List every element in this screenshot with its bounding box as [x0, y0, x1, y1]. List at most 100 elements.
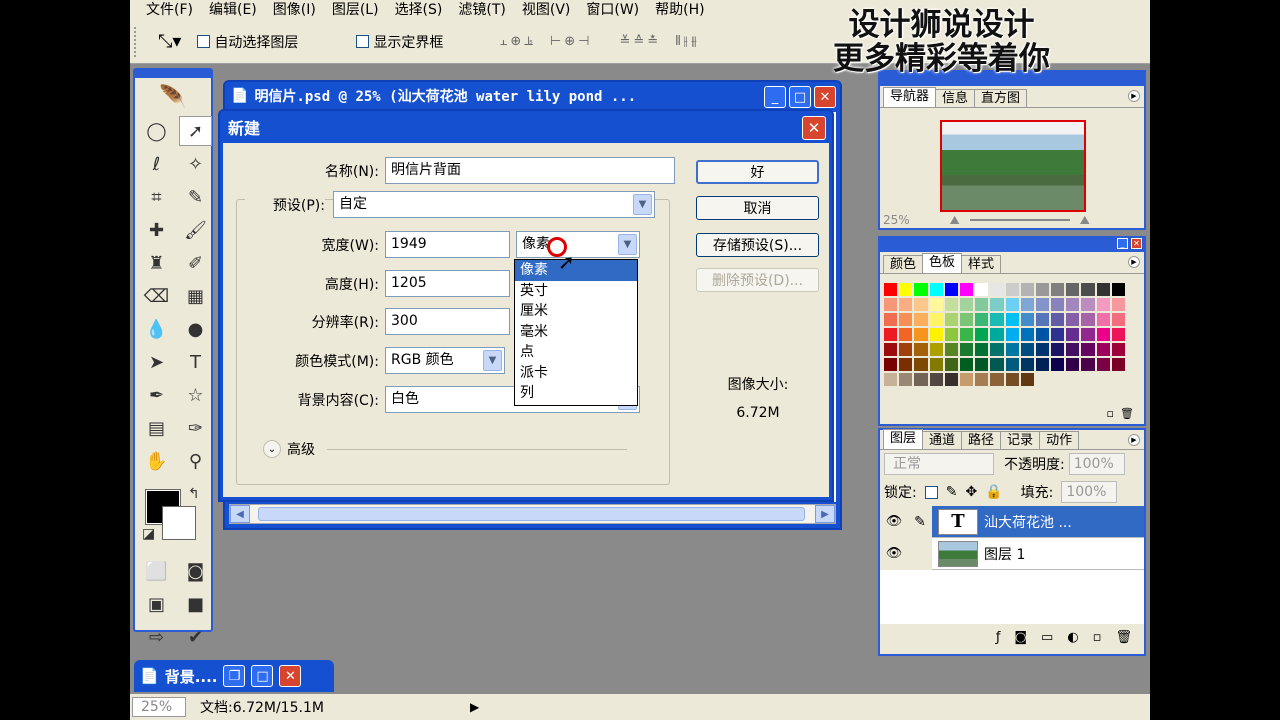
swatch-cell[interactable] — [974, 297, 990, 312]
chevron-down-icon[interactable]: ▼ — [483, 350, 502, 371]
swatch-cell[interactable] — [1095, 282, 1111, 297]
swatch-cell[interactable] — [1110, 297, 1126, 312]
name-input[interactable]: 明信片背面 — [385, 157, 675, 184]
swatch-cell[interactable] — [1095, 327, 1111, 342]
palette-menu-icon[interactable]: ▶ — [1128, 256, 1140, 268]
link-slot[interactable] — [908, 537, 932, 570]
swatch-cell[interactable] — [1019, 327, 1035, 342]
swatch-cell[interactable] — [1065, 327, 1081, 342]
tab-histogram[interactable]: 直方图 — [974, 89, 1028, 107]
eye-icon[interactable]: 👁 — [880, 505, 908, 538]
stamp-icon[interactable]: ♜ — [140, 248, 173, 278]
swatch-cell[interactable] — [1080, 312, 1096, 327]
tab-paths[interactable]: 路径 — [961, 431, 1002, 449]
swatch-cell[interactable] — [1080, 357, 1096, 372]
expand-icon[interactable]: ⌄ — [263, 440, 281, 458]
unit-option[interactable]: 英寸 — [515, 281, 637, 302]
swatch-cell[interactable] — [1034, 297, 1051, 312]
swatch-cell[interactable] — [928, 342, 944, 357]
scroll-right-icon[interactable]: ▶ — [815, 505, 835, 523]
background-color[interactable] — [162, 506, 196, 540]
swatch-cell[interactable] — [1004, 297, 1020, 312]
unit-option[interactable]: 派卡 — [515, 363, 637, 384]
swatch-cell[interactable] — [913, 282, 929, 297]
swatch-cell[interactable] — [1034, 327, 1051, 342]
imageready-icon[interactable]: ⇨ — [140, 622, 173, 652]
colormode-select[interactable]: RGB 颜色 ▼ — [385, 347, 505, 374]
swatch-cell[interactable] — [1065, 357, 1081, 372]
swatch-cell[interactable] — [898, 327, 914, 342]
swatch-cell[interactable] — [913, 327, 929, 342]
minimized-document[interactable]: 📄 背景.... ❐ □ ✕ — [134, 660, 334, 692]
trash-icon[interactable]: 🗑 — [1120, 407, 1134, 420]
ok-button[interactable]: 好 — [696, 160, 819, 184]
swatch-cell[interactable] — [1110, 357, 1126, 372]
adjustment-layer-icon[interactable]: ◐ — [1067, 630, 1078, 645]
opacity-input[interactable]: 100% — [1068, 453, 1125, 475]
layer-style-icon[interactable]: ƒ — [996, 630, 1001, 645]
swatch-cell[interactable] — [943, 372, 959, 387]
menu-select[interactable]: 选择(S) — [387, 1, 451, 19]
swatch-cell[interactable] — [1034, 282, 1051, 297]
swatch-cell[interactable] — [883, 297, 899, 312]
tab-channels[interactable]: 通道 — [922, 431, 963, 449]
tab-history[interactable]: 记录 — [1000, 431, 1041, 449]
menu-file[interactable]: 文件(F) — [138, 1, 201, 19]
swatch-cell[interactable] — [989, 312, 1005, 327]
swatch-cell[interactable] — [883, 342, 899, 357]
swatch-cell[interactable] — [1095, 312, 1111, 327]
zoom-slider[interactable] — [969, 219, 1070, 221]
cancel-button[interactable]: 取消 — [696, 196, 819, 220]
distribute-icons[interactable]: ≚ ≙ ≛ ⫴ ⫲ ⫵ — [619, 34, 696, 49]
default-colors-icon[interactable]: ◪ — [142, 526, 155, 542]
swatch-cell[interactable] — [898, 372, 914, 387]
minimize-icon[interactable]: _ — [764, 86, 786, 108]
auto-select-checkbox[interactable]: 自动选择图层 — [197, 32, 298, 52]
swatch-cell[interactable] — [1050, 282, 1066, 297]
swatch-cell[interactable] — [943, 327, 959, 342]
swatch-cell[interactable] — [1050, 312, 1066, 327]
healing-brush-icon[interactable]: ✚ — [140, 215, 173, 245]
swatch-cell[interactable] — [1019, 357, 1035, 372]
swatch-cell[interactable] — [928, 357, 944, 372]
layer-row[interactable]: 👁 ✎ T 汕大荷花池 ... — [880, 505, 1144, 538]
width-unit-select[interactable]: 像素 ▼ — [516, 231, 640, 258]
palette-menu-icon[interactable]: ▶ — [1128, 90, 1140, 102]
path-select-icon[interactable]: ➤ — [140, 347, 173, 377]
swatch-cell[interactable] — [883, 327, 899, 342]
distribute-hcenter-icon[interactable]: ⫲ — [684, 34, 688, 49]
close-icon[interactable]: ✕ — [279, 665, 302, 687]
crop-icon[interactable]: ⌗ — [140, 182, 173, 212]
swatch-cell[interactable] — [883, 312, 899, 327]
toolbar-grip[interactable] — [134, 26, 140, 57]
menu-filter[interactable]: 滤镜(T) — [450, 1, 513, 19]
swatch-cell[interactable] — [1080, 282, 1096, 297]
hand-icon[interactable]: ✋ — [140, 446, 173, 476]
swatch-cell[interactable] — [928, 327, 944, 342]
menu-layer[interactable]: 图层(L) — [324, 1, 387, 19]
scroll-thumb[interactable] — [258, 507, 805, 521]
jump-icon[interactable]: ✔ — [179, 622, 212, 652]
swatch-cell[interactable] — [1065, 297, 1081, 312]
link-brush-icon[interactable]: ✎ — [908, 505, 932, 538]
swatch-cell[interactable] — [1004, 372, 1020, 387]
close-icon[interactable]: ✕ — [1131, 238, 1142, 249]
align-bottom-icon[interactable]: ⫡ — [524, 34, 533, 49]
document-titlebar[interactable]: 📄 明信片.psd @ 25% (汕大荷花池 water lily pond .… — [225, 82, 840, 110]
swatch-cell[interactable] — [1034, 312, 1051, 327]
preset-select[interactable]: 自定 ▼ — [333, 191, 655, 218]
swatch-cell[interactable] — [1004, 357, 1020, 372]
unit-option[interactable]: 毫米 — [515, 322, 637, 343]
swatch-cell[interactable] — [928, 282, 944, 297]
swatch-cell[interactable] — [898, 342, 914, 357]
menu-window[interactable]: 窗口(W) — [578, 1, 647, 19]
width-input[interactable]: 1949 — [385, 231, 510, 258]
lock-all-icon[interactable]: 🔒 — [985, 484, 1002, 500]
swatch-cell[interactable] — [958, 327, 975, 342]
swatch-cell[interactable] — [1019, 342, 1035, 357]
new-swatch-icon[interactable]: ▫ — [1107, 407, 1114, 420]
restore-icon[interactable]: ❐ — [223, 665, 246, 687]
layer-mask-icon[interactable]: ◙ — [1014, 630, 1027, 645]
align-right-icon[interactable]: ⊣ — [578, 34, 589, 49]
swatch-cell[interactable] — [1050, 342, 1066, 357]
